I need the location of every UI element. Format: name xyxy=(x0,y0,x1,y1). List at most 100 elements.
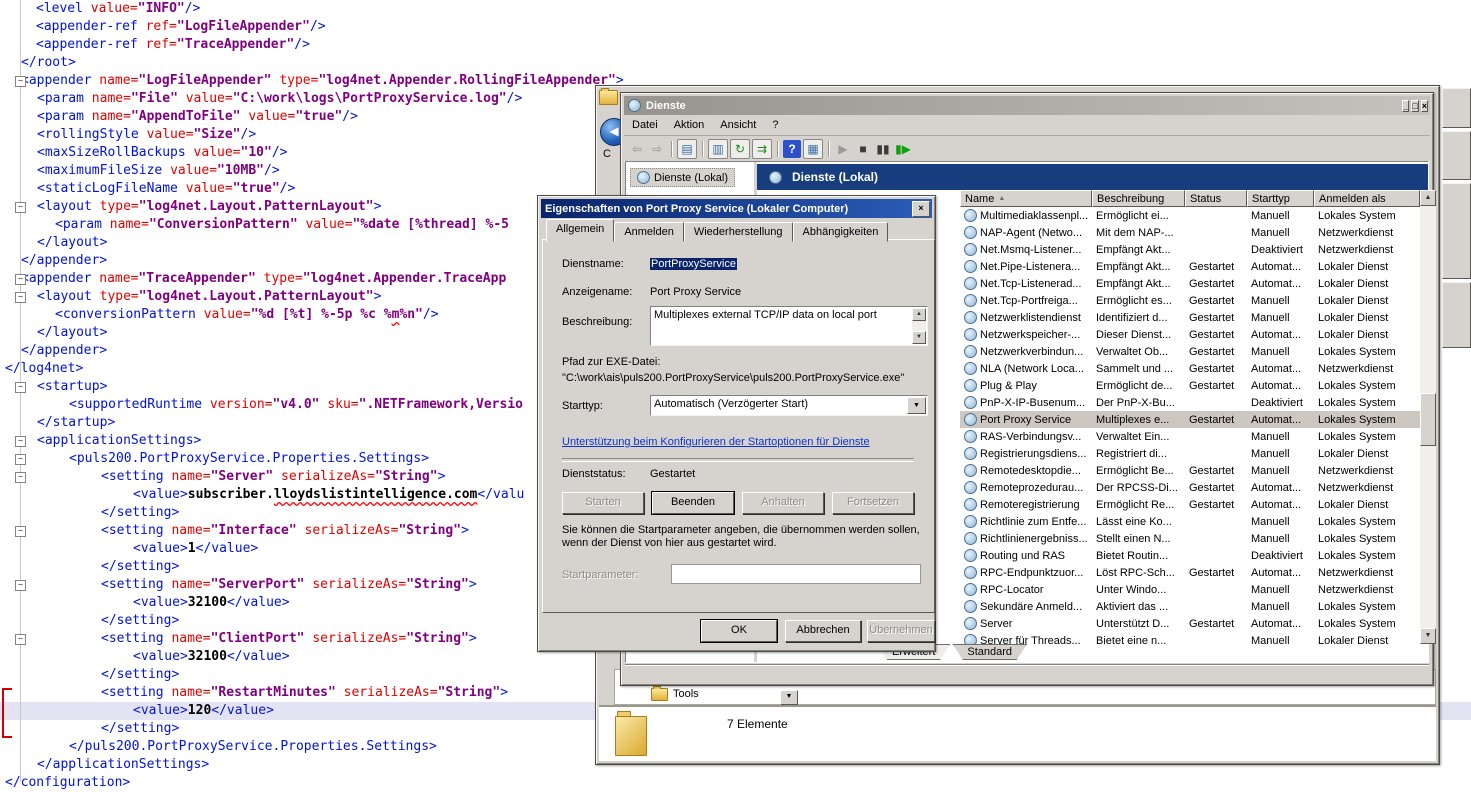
table-row[interactable]: Remotedesktopdie...Ermöglicht Be...Gesta… xyxy=(960,462,1420,479)
dialog-tab-anmelden[interactable]: Anmelden xyxy=(614,222,684,242)
menu-bar[interactable]: DateiAktionAnsicht? xyxy=(624,115,1430,136)
column-header-status[interactable]: Status xyxy=(1185,190,1247,207)
show-console-tree-icon[interactable]: ▤ xyxy=(677,139,697,159)
table-row[interactable]: NetzwerklistendienstIdentifiziert d...Ge… xyxy=(960,309,1420,326)
table-row[interactable]: Net.Tcp-Portfreiga...Ermöglicht es...Ges… xyxy=(960,292,1420,309)
explorer-folder-item[interactable]: Tools xyxy=(615,686,1435,702)
menu-item-?[interactable]: ? xyxy=(764,117,786,133)
forward-icon[interactable]: ⇨ xyxy=(648,140,666,158)
column-header-beschreibung[interactable]: Beschreibung xyxy=(1092,190,1185,207)
extended-view-icon[interactable]: ▦ xyxy=(803,139,823,159)
properties-icon[interactable]: ▥ xyxy=(708,139,728,159)
start-type-combobox[interactable]: Automatisch (Verzögerter Start) ▼ xyxy=(650,395,928,416)
table-row[interactable]: Net.Msmq-Listener...Empfängt Akt...Deakt… xyxy=(960,241,1420,258)
startup-options-help-link[interactable]: Unterstützung beim Konfigurieren der Sta… xyxy=(562,436,870,448)
beenden-button[interactable]: Beenden xyxy=(652,492,734,514)
service-desc-cell: Dieser Dienst... xyxy=(1092,329,1185,341)
combo-dropdown-icon[interactable]: ▼ xyxy=(907,397,926,414)
help-icon[interactable]: ? xyxy=(783,140,801,158)
fold-toggle-icon[interactable]: − xyxy=(15,526,26,537)
service-name-value[interactable]: PortProxyService xyxy=(650,258,737,270)
minimize-button[interactable]: _ xyxy=(1402,100,1409,112)
tree-item-dienste-lokal[interactable]: Dienste (Lokal) xyxy=(630,168,735,187)
scroll-up-button[interactable]: ▲ xyxy=(1420,190,1436,206)
fold-toggle-icon[interactable]: − xyxy=(15,76,26,87)
table-row[interactable]: Sekundäre Anmeld...Aktiviert das ...Manu… xyxy=(960,598,1420,615)
start-params-input[interactable] xyxy=(671,564,921,584)
dialog-tab-allgemein[interactable]: Allgemein xyxy=(546,219,614,242)
properties-dialog[interactable]: Eigenschaften von Port Proxy Service (Lo… xyxy=(537,195,936,652)
description-scroll-up[interactable]: ▲ xyxy=(912,308,926,321)
table-row[interactable]: Netzwerkverbindun...Verwaltet Ob...Gesta… xyxy=(960,343,1420,360)
description-scrollbar[interactable]: ▲ ▼ xyxy=(912,308,926,344)
table-row[interactable]: RPC-LocatorUnter Windo...ManuellNetzwerk… xyxy=(960,581,1420,598)
explorer-dropdown-button[interactable]: ▼ xyxy=(780,690,798,705)
refresh-icon[interactable]: ↻ xyxy=(730,139,750,159)
export-list-icon[interactable]: ⇉ xyxy=(752,139,772,159)
table-row[interactable]: Netzwerkspeicher-...Dieser Dienst...Gest… xyxy=(960,326,1420,343)
column-header-anmeldenals[interactable]: Anmelden als xyxy=(1314,190,1420,207)
menu-item-aktion[interactable]: Aktion xyxy=(666,117,713,133)
dialog-title-bar[interactable]: Eigenschaften von Port Proxy Service (Lo… xyxy=(541,199,932,218)
menu-item-datei[interactable]: Datei xyxy=(624,117,666,133)
stop-service-icon[interactable]: ■ xyxy=(854,140,872,158)
table-row[interactable]: Registrierungsdiens...Registriert di...M… xyxy=(960,445,1420,462)
table-row[interactable]: RPC-Endpunktzuor...Löst RPC-Sch...Gestar… xyxy=(960,564,1420,581)
fold-toggle-icon[interactable]: − xyxy=(15,472,26,483)
table-row[interactable]: Net.Pipe-Listenera...Empfängt Akt...Gest… xyxy=(960,258,1420,275)
description-scroll-down[interactable]: ▼ xyxy=(912,331,926,344)
scroll-down-button[interactable]: ▼ xyxy=(1420,628,1436,644)
description-field[interactable]: Multiplexes external TCP/IP data on loca… xyxy=(650,306,928,346)
services-list[interactable]: Multimediaklassenpl...Ermöglicht ei...Ma… xyxy=(960,207,1420,644)
dialog-tab-wiederherstellung[interactable]: Wiederherstellung xyxy=(684,222,793,242)
column-header-name[interactable]: Name▲ xyxy=(960,190,1092,207)
services-table: Name▲BeschreibungStatusStarttypAnmelden … xyxy=(960,190,1436,644)
back-icon[interactable]: ⇦ xyxy=(628,140,646,158)
restart-service-icon[interactable]: ▮▶ xyxy=(894,140,912,158)
dialog-tab-abhngigkeiten[interactable]: Abhängigkeiten xyxy=(793,222,889,242)
scrollbar-thumb[interactable] xyxy=(1420,393,1436,446)
table-row[interactable]: Remoteprozedurau...Der RPCSS-Di...Gestar… xyxy=(960,479,1420,496)
table-row[interactable]: Multimediaklassenpl...Ermöglicht ei...Ma… xyxy=(960,207,1420,224)
fold-toggle-icon[interactable]: − xyxy=(15,454,26,465)
abbrechen-button[interactable]: Abbrechen xyxy=(785,620,861,642)
table-row[interactable]: Net.Tcp-Listenerad...Empfängt Akt...Gest… xyxy=(960,275,1420,292)
dialog-close-button[interactable]: × xyxy=(912,201,930,217)
table-row[interactable]: Server für Threads...Bietet eine n...Man… xyxy=(960,632,1420,644)
table-row[interactable]: Port Proxy ServiceMultiplexes e...Gestar… xyxy=(960,411,1420,428)
maximize-button[interactable]: □ xyxy=(1411,100,1418,112)
fold-toggle-icon[interactable]: − xyxy=(15,292,26,303)
fold-toggle-icon[interactable]: − xyxy=(15,436,26,447)
services-table-header[interactable]: Name▲BeschreibungStatusStarttypAnmelden … xyxy=(960,190,1436,207)
service-starttype-cell: Manuell xyxy=(1247,635,1314,645)
table-row[interactable]: ServerUnterstützt D...GestartetAutomat..… xyxy=(960,615,1420,632)
start-service-icon[interactable]: ▶ xyxy=(834,140,852,158)
display-name-label: Anzeigename: xyxy=(562,286,632,298)
service-desc-cell: Der PnP-X-Bu... xyxy=(1092,397,1185,409)
toolbar[interactable]: ⇦⇨ ▤ ▥↻⇉?▦ ▶■▮▮▮▶ xyxy=(624,136,1430,162)
fold-toggle-icon[interactable]: − xyxy=(15,202,26,213)
close-button[interactable]: × xyxy=(1421,100,1428,112)
ok-button[interactable]: OK xyxy=(701,620,777,642)
fold-toggle-icon[interactable]: − xyxy=(15,634,26,645)
column-header-starttyp[interactable]: Starttyp xyxy=(1247,190,1314,207)
table-row[interactable]: RemoteregistrierungErmöglicht Re...Gesta… xyxy=(960,496,1420,513)
services-scrollbar[interactable]: ▲ ▼ xyxy=(1420,190,1436,644)
fold-toggle-icon[interactable]: − xyxy=(15,580,26,591)
fold-toggle-icon[interactable]: − xyxy=(15,382,26,393)
services-title-bar[interactable]: Dienste _□× xyxy=(624,96,1430,115)
code-line: <appender-ref ref="LogFileAppender"/> xyxy=(0,18,1471,36)
table-row[interactable]: NLA (Network Loca...Sammelt und ...Gesta… xyxy=(960,360,1420,377)
table-row[interactable]: RAS-Verbindungsv...Verwaltet Ein...Manue… xyxy=(960,428,1420,445)
table-row[interactable]: Routing und RASBietet Routin...Deaktivie… xyxy=(960,547,1420,564)
table-row[interactable]: PnP-X-IP-Busenum...Der PnP-X-Bu...Deakti… xyxy=(960,394,1420,411)
menu-item-ansicht[interactable]: Ansicht xyxy=(712,117,764,133)
fold-toggle-icon[interactable]: − xyxy=(15,274,26,285)
table-row[interactable]: Plug & PlayErmöglicht de...GestartetAuto… xyxy=(960,377,1420,394)
dialog-tabs[interactable]: AllgemeinAnmeldenWiederherstellungAbhäng… xyxy=(546,222,888,242)
table-row[interactable]: NAP-Agent (Netwo...Mit dem NAP-...Manuel… xyxy=(960,224,1420,241)
pause-service-icon[interactable]: ▮▮ xyxy=(874,140,892,158)
tab-standard[interactable]: Standard xyxy=(952,644,1027,660)
table-row[interactable]: Richtlinie zum Entfe...Lässt eine Ko...M… xyxy=(960,513,1420,530)
table-row[interactable]: Richtlinienergebniss...Stellt einen N...… xyxy=(960,530,1420,547)
